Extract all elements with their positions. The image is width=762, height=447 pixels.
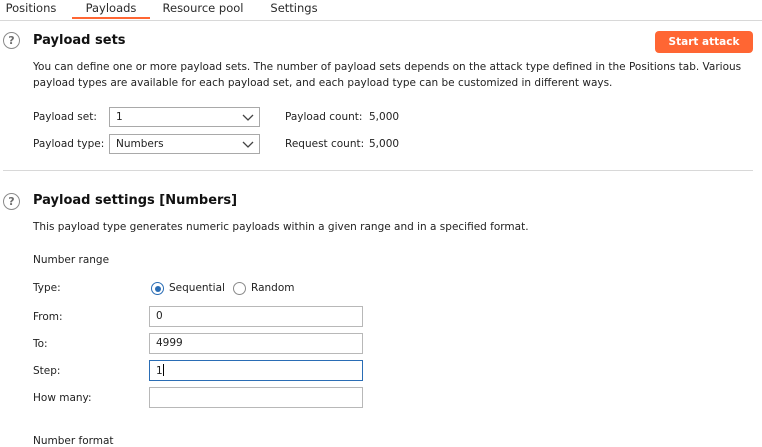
payload-sets-description-line2: payload types are available for each pay…: [33, 77, 613, 89]
number-range-heading: Number range: [33, 254, 110, 266]
radio-sequential[interactable]: [151, 282, 164, 295]
tab-bar: Positions Payloads Resource pool Setting…: [0, 0, 762, 21]
type-label: Type:: [33, 282, 61, 294]
how-many-label: How many:: [33, 392, 92, 404]
tab-positions[interactable]: Positions: [0, 0, 62, 19]
radio-random-label[interactable]: Random: [251, 282, 294, 294]
payload-type-select[interactable]: Numbers: [109, 134, 260, 154]
chevron-down-icon: [242, 114, 254, 121]
payload-set-select[interactable]: 1: [109, 107, 260, 127]
radio-sequential-label[interactable]: Sequential: [169, 282, 225, 294]
tab-settings[interactable]: Settings: [258, 0, 330, 19]
payload-count-value: 5,000: [369, 111, 400, 123]
from-value: 0: [156, 310, 163, 322]
help-icon[interactable]: ?: [3, 193, 20, 210]
payload-count-label: Payload count:: [285, 111, 363, 123]
step-input[interactable]: 1: [149, 360, 363, 381]
payload-set-label: Payload set:: [33, 111, 97, 123]
text-caret: [162, 364, 164, 376]
tab-resource-pool[interactable]: Resource pool: [155, 0, 251, 19]
payload-settings-description: This payload type generates numeric payl…: [33, 221, 529, 233]
payload-sets-description-line1: You can define one or more payload sets.…: [33, 61, 742, 73]
step-value: 1: [156, 365, 163, 377]
from-input[interactable]: 0: [149, 306, 363, 327]
tab-payloads[interactable]: Payloads: [72, 0, 150, 19]
payload-settings-title: Payload settings [Numbers]: [33, 193, 238, 208]
chevron-down-icon: [242, 141, 254, 148]
help-icon[interactable]: ?: [3, 32, 20, 49]
payload-type-label: Payload type:: [33, 138, 105, 150]
payload-sets-title: Payload sets: [33, 33, 126, 48]
how-many-input[interactable]: [149, 387, 363, 408]
start-attack-button[interactable]: Start attack: [655, 31, 753, 53]
step-label: Step:: [33, 365, 61, 377]
to-value: 4999: [156, 337, 183, 349]
to-label: To:: [33, 338, 48, 350]
request-count-value: 5,000: [369, 138, 400, 150]
payload-type-value: Numbers: [116, 138, 164, 150]
to-input[interactable]: 4999: [149, 333, 363, 354]
payload-set-value: 1: [116, 111, 123, 123]
request-count-label: Request count:: [285, 138, 365, 150]
radio-random[interactable]: [233, 282, 246, 295]
section-divider: [3, 170, 753, 171]
from-label: From:: [33, 311, 63, 323]
number-format-heading: Number format: [33, 435, 114, 447]
